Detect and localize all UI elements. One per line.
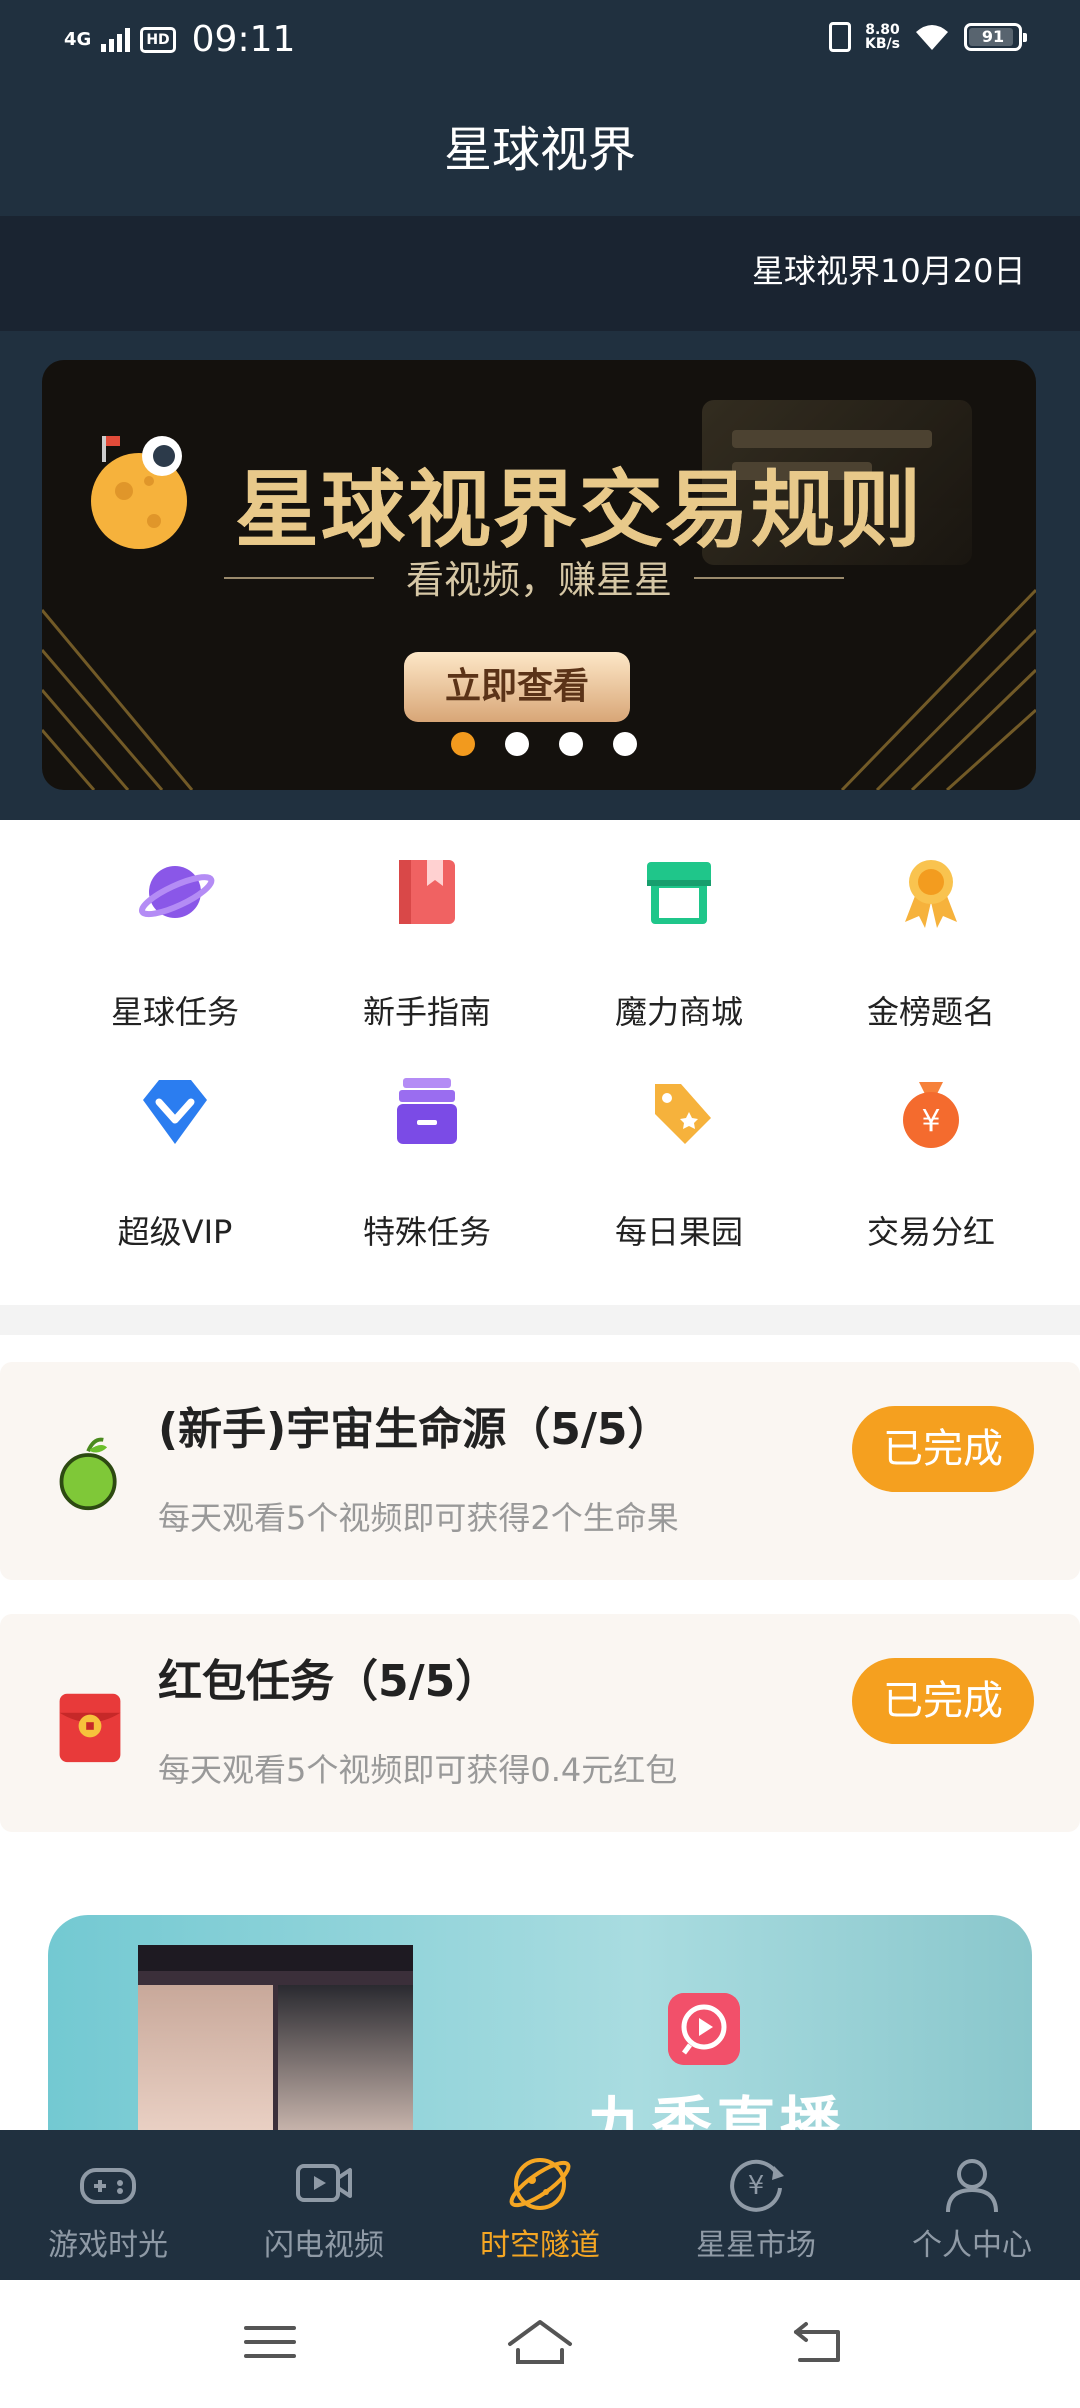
battery-icon: 91 (964, 23, 1027, 51)
medal-icon (905, 860, 957, 928)
tunnel-icon (509, 2158, 571, 2210)
hd-badge: HD (140, 27, 176, 53)
net-speed-unit: KB/s (865, 36, 900, 52)
tab-4[interactable]: ¥ 星星市场 (648, 2130, 864, 2280)
grid-item-7[interactable]: 每日果园 (544, 1042, 814, 1252)
grid-item-label: 每日果园 (614, 1213, 743, 1251)
wifi-icon (916, 25, 948, 50)
carousel-dot[interactable] (559, 732, 583, 756)
person-icon (946, 2159, 998, 2213)
banner-subtitle: 看视频，赚星星 (405, 558, 672, 602)
grid-item-label: 金榜题名 (866, 993, 995, 1031)
network-type: 4G (64, 29, 92, 50)
task-title: 红包任务（5/5） (158, 1656, 500, 1707)
diamond-icon (143, 1080, 207, 1144)
task-title: (新手)宇宙生命源（5/5） (158, 1404, 672, 1455)
task-description: 每天观看5个视频即可获得0.4元红包 (158, 1751, 678, 1789)
announcement-marquee[interactable]: 星球视界10月20日 (0, 216, 1080, 331)
tag-icon (655, 1084, 711, 1144)
grid-item-label: 星球任务 (110, 993, 239, 1031)
app-root: 4G HD 09:11 8.80 KB/s 91 星球视界 星球视界10月20日… (0, 0, 1080, 2408)
tab-label: 闪电视频 (264, 2228, 384, 2263)
tab-label: 游戏时光 (48, 2228, 168, 2263)
tab-label: 时空隧道 (480, 2228, 600, 2263)
book-icon (399, 860, 455, 924)
tab-2[interactable]: 闪电视频 (216, 2130, 432, 2280)
task-card: (新手)宇宙生命源（5/5） 每天观看5个视频即可获得2个生命果 已完成 (0, 1362, 1080, 1580)
task-description: 每天观看5个视频即可获得2个生命果 (158, 1499, 679, 1537)
box-icon (397, 1078, 457, 1144)
tab-label: 个人中心 (912, 2228, 1032, 2263)
grid-item-label: 超级VIP (117, 1213, 233, 1251)
video-icon (296, 2164, 352, 2202)
yuan-exchange-icon: ¥ (730, 2159, 784, 2212)
grid-item-3[interactable]: 魔力商城 (544, 822, 814, 1032)
tab-label: 星星市场 (696, 2228, 816, 2263)
gamepad-icon (80, 2168, 136, 2204)
planet-icon (138, 866, 215, 918)
grid-item-1[interactable]: 星球任务 (40, 822, 310, 1032)
rules-banner[interactable]: 星球视界交易规则 看视频，赚星星 立即查看 (42, 360, 1036, 790)
banner-title: 星球视界交易规则 (42, 455, 1036, 565)
grid-item-8[interactable]: ¥ 交易分红 (796, 1042, 1066, 1252)
live-preview-image (138, 1945, 413, 2145)
battery-level: 91 (981, 27, 1005, 46)
carousel-dot[interactable] (505, 732, 529, 756)
svg-text:¥: ¥ (748, 2171, 765, 2201)
system-nav-bar (0, 2280, 1080, 2408)
money-bag-icon: ¥ (903, 1082, 959, 1148)
carousel-dot[interactable] (451, 732, 475, 756)
view-now-button[interactable]: 立即查看 (404, 652, 630, 722)
menu-icon[interactable] (230, 2310, 310, 2374)
tab-5[interactable]: 个人中心 (864, 2130, 1080, 2280)
section-divider (0, 1305, 1080, 1335)
task-card: 红包任务（5/5） 每天观看5个视频即可获得0.4元红包 已完成 (0, 1614, 1080, 1832)
task-status-button[interactable]: 已完成 (852, 1406, 1034, 1492)
red-envelope-icon (59, 1693, 121, 1763)
bottom-tab-bar: 游戏时光 闪电视频 时空隧道 ¥ 星星市场 个人中心 (0, 2130, 1080, 2280)
net-speed: 8.80 KB/s (865, 23, 900, 51)
grid-item-6[interactable]: 特殊任务 (292, 1042, 562, 1252)
svg-text:¥: ¥ (921, 1104, 940, 1139)
page-title: 星球视界 (443, 122, 636, 178)
home-icon[interactable] (500, 2310, 580, 2374)
grid-item-label: 交易分红 (866, 1213, 995, 1251)
task-status-button[interactable]: 已完成 (852, 1658, 1034, 1744)
net-speed-value: 8.80 (865, 22, 900, 38)
status-bar: 4G HD 09:11 8.80 KB/s 91 (0, 0, 1080, 80)
feature-grid: 星球任务 新手指南 魔力商城 金榜题名超级VIP 特殊任务 每日果园 ¥ 交易分红 (0, 822, 1080, 1302)
banner-divider-right (694, 577, 844, 579)
status-right: 8.80 KB/s 91 (829, 22, 1027, 52)
vibrate-icon (829, 22, 852, 52)
carousel-dots (42, 732, 1036, 756)
apple-icon (59, 1437, 117, 1511)
back-icon[interactable] (780, 2310, 860, 2374)
tab-1[interactable]: 游戏时光 (0, 2130, 216, 2280)
grid-item-label: 魔力商城 (614, 993, 743, 1031)
live-preview-topbar (138, 1945, 413, 1971)
grid-item-4[interactable]: 金榜题名 (796, 822, 1066, 1032)
grid-item-label: 新手指南 (362, 993, 491, 1031)
grid-item-2[interactable]: 新手指南 (292, 822, 562, 1032)
status-time: 09:11 (191, 19, 296, 60)
tab-3[interactable]: 时空隧道 (432, 2130, 648, 2280)
streamer-right-image (278, 1985, 413, 2145)
live-play-icon (668, 1993, 740, 2065)
signal-icon (101, 28, 131, 52)
streamer-left-image (138, 1985, 273, 2145)
live-stream-banner[interactable]: 九秀直播 (48, 1915, 1032, 2145)
grid-item-label: 特殊任务 (362, 1213, 491, 1251)
top-area: 4G HD 09:11 8.80 KB/s 91 星球视界 星球视界10月20日… (0, 0, 1080, 820)
shop-icon (647, 862, 711, 924)
announcement-text: 星球视界10月20日 (752, 252, 1026, 290)
grid-item-5[interactable]: 超级VIP (40, 1042, 310, 1252)
carousel-dot[interactable] (613, 732, 637, 756)
status-left: 4G HD 09:11 (64, 18, 295, 62)
